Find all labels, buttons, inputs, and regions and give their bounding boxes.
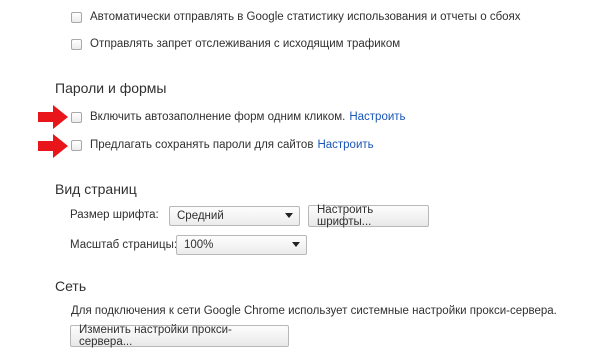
network-description: Для подключения к сети Google Chrome исп…: [71, 305, 557, 317]
font-size-value: Средний: [177, 210, 224, 222]
network-description-text: Для подключения к сети Google Chrome исп…: [71, 305, 557, 317]
do-not-track-label: Отправлять запрет отслеживания с исходящ…: [90, 38, 401, 50]
chevron-down-icon: [285, 213, 293, 218]
send-stats-label: Автоматически отправлять в Google статис…: [90, 11, 521, 23]
customize-fonts-button[interactable]: Настроить шрифты...: [308, 204, 429, 228]
font-size-select[interactable]: Средний: [169, 206, 300, 226]
page-zoom-select[interactable]: 100%: [176, 235, 307, 255]
chevron-down-icon: [292, 242, 300, 247]
save-passwords-checkbox[interactable]: [71, 139, 82, 151]
passwords-forms-heading: Пароли и формы: [55, 80, 167, 96]
do-not-track-row[interactable]: Отправлять запрет отслеживания с исходящ…: [71, 38, 400, 50]
do-not-track-checkbox[interactable]: [71, 38, 82, 50]
save-passwords-label: Предлагать сохранять пароли для сайтов: [90, 139, 314, 151]
page-zoom-value: 100%: [184, 239, 214, 251]
save-passwords-settings-link[interactable]: Настроить: [317, 139, 373, 151]
send-stats-checkbox[interactable]: [71, 11, 82, 23]
network-heading: Сеть: [55, 278, 87, 294]
red-arrow-icon: [38, 134, 68, 158]
autofill-checkbox[interactable]: [71, 111, 82, 123]
red-arrow-icon: [38, 105, 68, 129]
autofill-row[interactable]: Включить автозаполнение форм одним клико…: [71, 111, 406, 123]
font-size-label: Размер шрифта:: [70, 209, 159, 221]
autofill-settings-link[interactable]: Настроить: [349, 111, 405, 123]
font-size-label-text: Размер шрифта:: [70, 209, 159, 221]
page-zoom-label-text: Масштаб страницы:: [70, 239, 178, 251]
save-passwords-row[interactable]: Предлагать сохранять пароли для сайтов Н…: [71, 139, 374, 151]
web-content-heading: Вид страниц: [55, 181, 137, 197]
change-proxy-settings-button[interactable]: Изменить настройки прокси-сервера...: [70, 324, 289, 348]
page-zoom-label: Масштаб страницы:: [70, 239, 177, 251]
send-stats-row[interactable]: Автоматически отправлять в Google статис…: [71, 11, 521, 23]
autofill-label: Включить автозаполнение форм одним клико…: [90, 111, 346, 123]
